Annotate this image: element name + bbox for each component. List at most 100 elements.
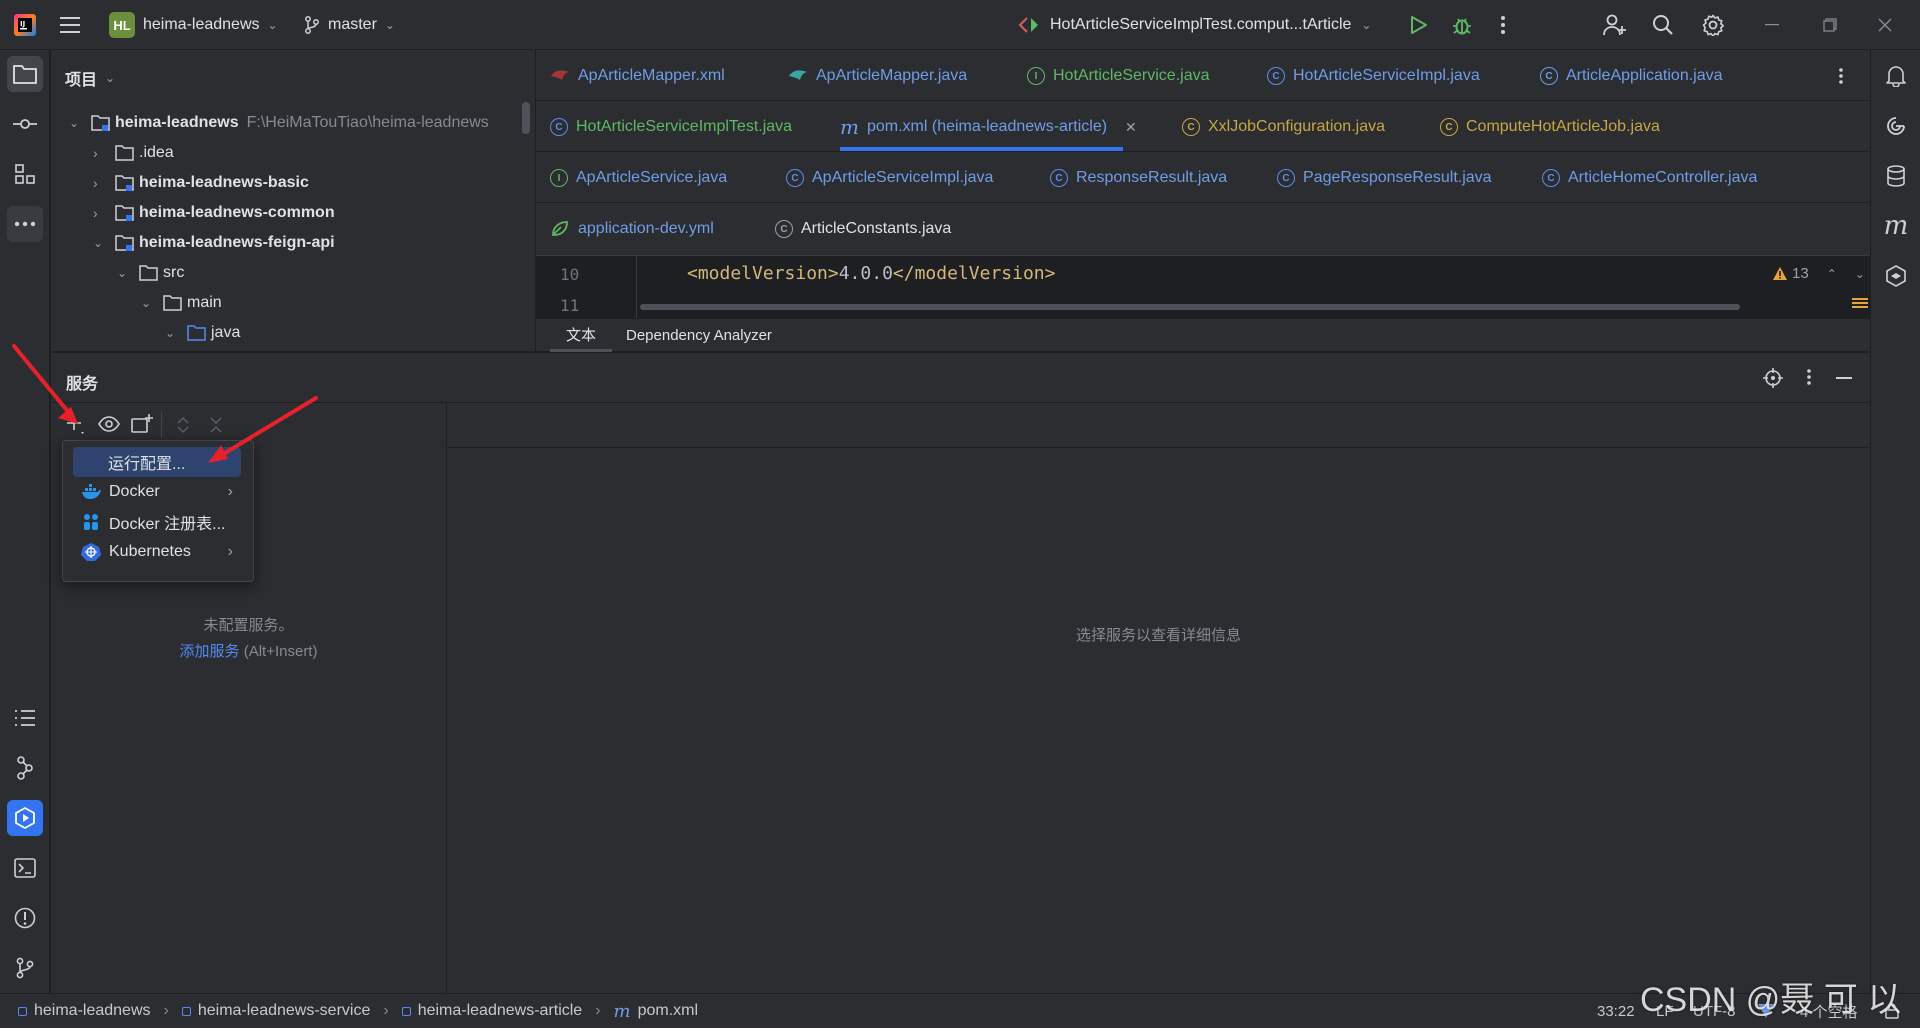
tab-computehotarticlejob-java[interactable]: C ComputeHotArticleJob.java xyxy=(1440,102,1660,152)
tree-item-java[interactable]: ⌄ java xyxy=(165,318,240,348)
more-tools-icon[interactable] xyxy=(7,206,43,242)
debug-button[interactable] xyxy=(1451,0,1473,50)
tab-hotarticleserviceimpltest-java[interactable]: C HotArticleServiceImplTest.java xyxy=(550,102,792,152)
no-services-text: 未配置服务。 xyxy=(203,617,294,634)
inspection-warnings[interactable]: 13 ⌃ ⌄ xyxy=(1772,265,1865,282)
docker-registry-icon xyxy=(84,514,98,530)
expand-all-icon[interactable] xyxy=(175,416,191,434)
app-logo-icon[interactable]: IJ xyxy=(14,0,36,50)
module-folder-icon xyxy=(115,235,134,251)
tree-item-label: heima-leadnews xyxy=(115,114,239,131)
project-tool-icon[interactable] xyxy=(7,56,43,92)
tab-aparticleserviceimpl-java[interactable]: C ApArticleServiceImpl.java xyxy=(786,153,993,203)
tree-scrollbar[interactable] xyxy=(522,102,530,134)
gradle-plugin-icon[interactable] xyxy=(1878,258,1914,294)
class-icon: C xyxy=(786,169,804,187)
terminal-icon[interactable] xyxy=(7,850,43,886)
problems-icon[interactable] xyxy=(7,900,43,936)
tab-label: ApArticleMapper.xml xyxy=(578,67,725,84)
structure-tool-icon[interactable] xyxy=(7,156,43,192)
ai-assistant-icon[interactable] xyxy=(1878,108,1914,144)
tree-item-label: heima-leadnews-basic xyxy=(139,174,309,191)
branch-selector[interactable]: master ⌄ xyxy=(304,0,395,50)
tab-xxljobconfiguration-java[interactable]: C XxlJobConfiguration.java xyxy=(1182,102,1385,152)
tab-articleapplication-java[interactable]: C ArticleApplication.java xyxy=(1540,51,1723,101)
tree-item-basic[interactable]: › heima-leadnews-basic xyxy=(93,168,309,198)
tab-overflow-menu-icon[interactable] xyxy=(1838,51,1844,101)
horizontal-scrollbar[interactable] xyxy=(640,304,1740,310)
line-number: 11 xyxy=(560,296,580,315)
tab-apartclemapper-java[interactable]: ApArticleMapper.java xyxy=(788,51,967,101)
notifications-bell-icon[interactable] xyxy=(1878,58,1914,94)
branch-name: master xyxy=(328,16,377,33)
breadcrumb-item[interactable]: heima-leadnews xyxy=(34,1002,151,1020)
caret-position[interactable]: 33:22 xyxy=(1597,994,1635,1028)
close-tab-icon[interactable]: ✕ xyxy=(1125,119,1137,136)
tab-application-dev-yml[interactable]: application-dev.yml xyxy=(550,204,714,254)
add-service-link[interactable]: 添加服务 xyxy=(180,643,240,660)
code-line[interactable]: <modelVersion>4.0.0</modelVersion> xyxy=(687,263,1055,284)
database-icon[interactable] xyxy=(1878,158,1914,194)
tab-hotarticleservice-java[interactable]: I HotArticleService.java xyxy=(1027,51,1210,101)
tab-articlehomecontroller-java[interactable]: C ArticleHomeController.java xyxy=(1542,153,1757,203)
tab-aparticleservice-java[interactable]: I ApArticleService.java xyxy=(550,153,727,203)
settings-gear-icon[interactable] xyxy=(1702,0,1724,50)
tree-item-src[interactable]: ⌄ src xyxy=(117,258,184,288)
main-menu-icon[interactable] xyxy=(60,0,82,50)
menu-item-docker-registry[interactable]: Docker 注册表... xyxy=(73,507,241,537)
tab-dependency-analyzer[interactable]: Dependency Analyzer xyxy=(626,319,772,352)
tab-articleconstants-java[interactable]: C ArticleConstants.java xyxy=(775,204,951,254)
eye-icon[interactable] xyxy=(98,416,120,432)
tab-pom-xml-active[interactable]: m pom.xml (heima-leadnews-article) ✕ xyxy=(840,102,1137,152)
source-folder-icon xyxy=(187,325,206,341)
add-service-button[interactable] xyxy=(65,414,87,436)
locate-icon[interactable] xyxy=(1763,368,1783,388)
commit-tool-icon[interactable] xyxy=(7,106,43,142)
run-button[interactable] xyxy=(1410,0,1428,50)
project-view-selector[interactable]: 项目 ⌄ xyxy=(65,66,115,90)
class-icon: C xyxy=(1440,118,1458,136)
restore-icon[interactable] xyxy=(1823,0,1837,50)
breadcrumb-item[interactable]: heima-leadnews-service xyxy=(198,1002,371,1020)
close-icon[interactable] xyxy=(1878,0,1892,50)
tree-item-main[interactable]: ⌄ main xyxy=(141,288,222,318)
maven-icon[interactable]: m xyxy=(1878,208,1914,244)
more-actions-icon[interactable] xyxy=(1500,0,1506,50)
warning-stripe-marker[interactable] xyxy=(1852,298,1868,308)
search-icon[interactable] xyxy=(1652,0,1674,50)
tree-item-common[interactable]: › heima-leadnews-common xyxy=(93,198,335,228)
hide-panel-icon[interactable] xyxy=(1836,377,1852,379)
collapse-all-icon[interactable] xyxy=(208,416,224,434)
todo-list-icon[interactable] xyxy=(7,700,43,736)
chevron-up-icon[interactable]: ⌃ xyxy=(1827,267,1837,281)
plus-icon xyxy=(67,416,84,434)
tree-item-root[interactable]: ⌄ heima-leadnews F:\HeiMaTouTiao\heima-l… xyxy=(69,108,489,138)
breadcrumb-item[interactable]: pom.xml xyxy=(638,1002,698,1020)
run-config-selector[interactable]: HotArticleServiceImplTest.comput...tArti… xyxy=(1018,0,1371,50)
tree-item-feign-api[interactable]: ⌄ heima-leadnews-feign-api xyxy=(93,228,335,258)
tab-responseresult-java[interactable]: C ResponseResult.java xyxy=(1050,153,1227,203)
menu-item-run-configuration[interactable]: 运行配置... xyxy=(73,447,241,477)
chevron-down-icon[interactable]: ⌄ xyxy=(1855,267,1865,281)
add-user-icon[interactable] xyxy=(1603,0,1627,50)
tab-text[interactable]: 文本 xyxy=(550,319,612,352)
new-group-icon[interactable] xyxy=(131,414,153,434)
tab-hotarticleserviceimpl-java[interactable]: C HotArticleServiceImpl.java xyxy=(1267,51,1480,101)
minimize-icon[interactable] xyxy=(1765,0,1779,50)
run-icon xyxy=(1411,16,1427,34)
project-selector[interactable]: HL heima-leadnews ⌄ xyxy=(109,0,278,50)
breadcrumb-item[interactable]: heima-leadnews-article xyxy=(418,1002,583,1020)
dependencies-icon[interactable] xyxy=(7,750,43,786)
tab-pageresponseresult-java[interactable]: C PageResponseResult.java xyxy=(1277,153,1492,203)
tree-item-idea[interactable]: › .idea xyxy=(93,138,174,168)
run-config-name: HotArticleServiceImplTest.comput...tArti… xyxy=(1050,16,1352,33)
add-service-hint: 添加服务 (Alt+Insert) xyxy=(51,640,446,661)
menu-item-kubernetes[interactable]: Kubernetes › xyxy=(73,537,241,567)
options-menu-icon[interactable] xyxy=(1806,368,1812,386)
folder-icon xyxy=(139,265,158,281)
tab-apartclemapper-xml[interactable]: ApArticleMapper.xml xyxy=(550,51,725,101)
svg-text:IJ: IJ xyxy=(20,20,25,28)
services-tool-icon[interactable] xyxy=(7,800,43,836)
git-icon[interactable] xyxy=(7,950,43,986)
menu-item-docker[interactable]: Docker › xyxy=(73,477,241,507)
